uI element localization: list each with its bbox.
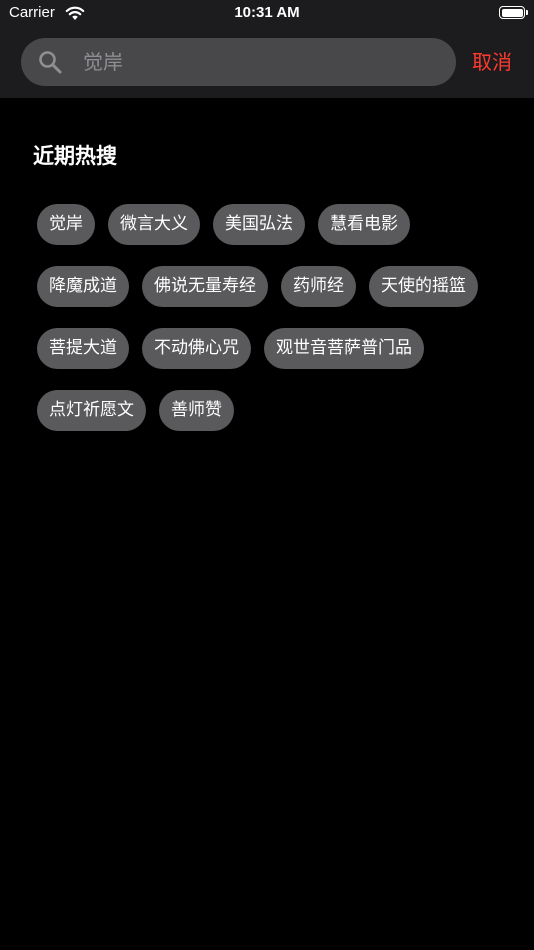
cancel-button[interactable]: 取消: [472, 48, 512, 76]
tag-row: 点灯祈愿文 善师赞: [37, 390, 507, 431]
hot-search-tag[interactable]: 菩提大道: [37, 328, 129, 369]
hot-search-tag[interactable]: 降魔成道: [37, 266, 129, 307]
hot-search-tag[interactable]: 觉岸: [37, 204, 95, 245]
hot-search-tags: 觉岸 微言大义 美国弘法 慧看电影 降魔成道 佛说无量寿经 药师经 天使的摇篮 …: [37, 204, 507, 452]
hot-search-tag[interactable]: 观世音菩萨普门品: [264, 328, 424, 369]
hot-search-tag[interactable]: 慧看电影: [318, 204, 410, 245]
hot-search-tag[interactable]: 天使的摇篮: [369, 266, 478, 307]
search-box[interactable]: [21, 38, 456, 86]
status-time: 10:31 AM: [234, 4, 300, 21]
battery-icon: [499, 6, 528, 19]
hot-search-title: 近期热搜: [33, 144, 117, 168]
tag-row: 降魔成道 佛说无量寿经 药师经 天使的摇篮: [37, 266, 507, 307]
search-header: 取消: [0, 28, 534, 98]
search-icon: [38, 50, 62, 74]
tag-row: 觉岸 微言大义 美国弘法 慧看电影: [37, 204, 507, 245]
hot-search-tag[interactable]: 药师经: [281, 266, 356, 307]
hot-search-tag[interactable]: 善师赞: [159, 390, 234, 431]
hot-search-tag[interactable]: 佛说无量寿经: [142, 266, 268, 307]
hot-search-tag[interactable]: 点灯祈愿文: [37, 390, 146, 431]
hot-search-tag[interactable]: 微言大义: [108, 204, 200, 245]
status-bar: Carrier 10:31 AM: [0, 0, 534, 28]
tag-row: 菩提大道 不动佛心咒 观世音菩萨普门品: [37, 328, 507, 369]
hot-search-tag[interactable]: 不动佛心咒: [142, 328, 251, 369]
hot-search-tag[interactable]: 美国弘法: [213, 204, 305, 245]
search-input[interactable]: [83, 38, 443, 86]
